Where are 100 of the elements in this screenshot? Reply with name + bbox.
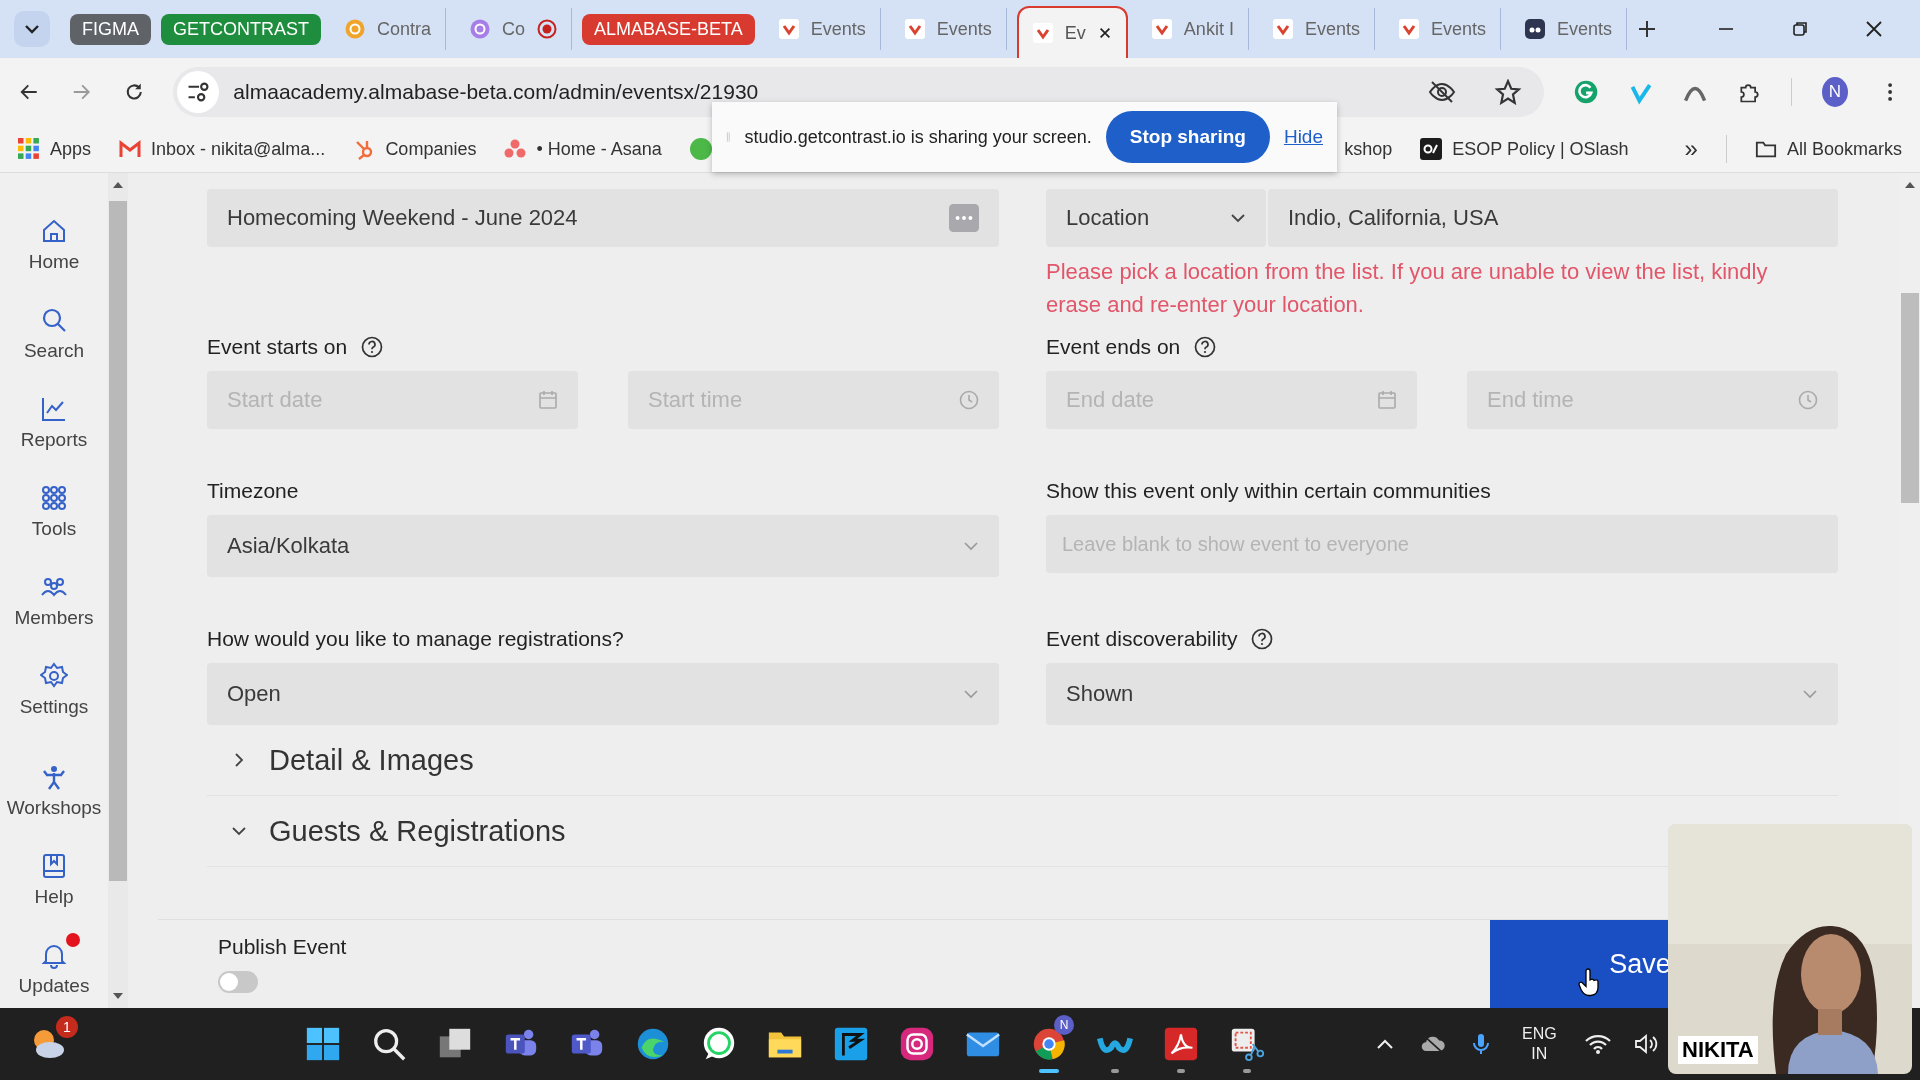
publish-toggle[interactable] [218,971,258,993]
help-icon[interactable] [361,336,384,358]
bookmark-link[interactable]: Inbox - nikita@alma... [151,138,326,160]
scrollbar-thumb[interactable] [109,201,127,881]
checkmark-icon [904,19,925,39]
checkmark-icon [778,19,799,39]
tab-group-label[interactable]: ALMABASE-BETA [582,13,755,45]
calendar-icon [538,390,558,410]
section-title[interactable]: Guests & Registrations [269,814,566,848]
checkmark-icon [1272,19,1293,39]
hide-link[interactable]: Hide [1283,126,1323,148]
browser-tab[interactable]: Ankit I [1137,8,1249,50]
book-icon[interactable] [40,852,68,880]
location-type-select[interactable]: Location [1046,189,1266,247]
location-field[interactable]: Indio, California, USA [1268,189,1838,247]
browser-tab[interactable]: Events [1510,8,1627,50]
grid-icon[interactable] [40,484,68,512]
sidebar-item[interactable]: Updates [18,975,90,997]
scrollbar-thumb[interactable] [1901,293,1919,503]
checkmark-icon [1032,23,1053,43]
chevron-down-icon [963,541,979,551]
sidebar-item[interactable]: Tools [31,518,77,540]
help-icon[interactable] [1194,336,1217,358]
settings-icon[interactable] [40,662,68,690]
select-field[interactable]: Shown [1046,663,1838,725]
chevron-down-icon [1802,689,1818,699]
new-tab-icon[interactable] [1637,19,1657,39]
sidebar-item[interactable]: Settings [19,696,89,718]
error-message: Please pick a location from the list. If you are unable to view the list, kindly erase and re-enter your location. [1046,258,1769,319]
sidebar-item[interactable]: Workshops [6,797,102,819]
tab-group-label[interactable]: GETCONTRAST [161,13,321,45]
flag-icon [832,1025,870,1063]
all-bookmarks-link[interactable]: All Bookmarks [1786,138,1902,160]
section-title[interactable]: Detail & Images [269,743,474,777]
speaker-icon[interactable] [1632,1032,1659,1056]
camera-icon [898,1025,936,1063]
square-icon [1420,138,1443,160]
browser-tab[interactable]: Events [890,8,1007,50]
browser-tab[interactable]: Ev [1016,6,1128,58]
help-icon[interactable] [1251,628,1274,650]
notification-badge: 1 [56,1016,78,1038]
clock-icon [1798,390,1818,410]
close-icon[interactable] [1864,19,1884,39]
event-title-field[interactable]: Homecoming Weekend - June 2024 [207,189,999,247]
language-indicator[interactable]: ENG IN [1522,1024,1557,1064]
profile-avatar[interactable]: N [1821,77,1848,107]
three-dots-icon [504,138,527,160]
g-circle-icon[interactable] [1574,78,1599,106]
bookmark-link[interactable]: Apps [50,138,92,160]
scroll-up-icon[interactable] [1905,181,1915,189]
sidebar-item[interactable]: Search [23,340,85,362]
bookmark-link[interactable]: • Home - Asana [536,138,662,160]
bookmark-link[interactable]: kshop [1344,138,1393,160]
restore-icon[interactable] [1790,19,1810,39]
field-label: Show this event only within certain communities [1046,479,1491,503]
document-icon [1162,1025,1200,1063]
calendar-icon [1377,390,1397,410]
publish-label: Publish Event [218,935,348,959]
star-icon[interactable] [1494,79,1523,105]
search-icon[interactable] [40,306,68,334]
field-label: Event starts on [207,335,348,359]
circle-icon[interactable] [689,138,712,160]
sidebar-item[interactable]: Help [34,886,74,908]
more-bookmarks-button[interactable]: » [1684,135,1698,163]
browser-tab[interactable]: Co [456,8,573,50]
hand-cursor-icon [1578,968,1602,998]
scroll-down-icon[interactable] [113,992,123,1000]
sidebar-item[interactable]: Members [14,607,94,629]
chevron-down-icon [1230,213,1246,223]
select-field[interactable]: Open [207,663,999,725]
bookmark-link[interactable]: Companies [385,138,477,160]
line-chart-icon[interactable] [40,395,68,423]
dropdown-icon[interactable] [14,11,50,47]
windows-icon [304,1025,342,1063]
clock-icon [959,390,979,410]
tab-group-label[interactable]: FIGMA [70,13,151,45]
browser-tab[interactable]: Events [1384,8,1501,50]
checkmark-icon [1398,19,1419,39]
browser-tab[interactable]: Events [1258,8,1375,50]
sidebar-item[interactable]: Home [28,251,80,273]
eye-slash-icon[interactable] [1428,79,1457,105]
square-icon [1524,19,1545,39]
envelope-icon [119,138,142,160]
scroll-up-icon[interactable] [113,181,123,189]
taskbar-app[interactable]: N [1024,1013,1074,1075]
home-icon[interactable] [40,217,68,245]
sidebar-item[interactable]: Reports [20,429,88,451]
wifi-icon[interactable] [1584,1032,1611,1056]
field-label: How would you like to manage registrations? [207,627,624,651]
stop-sharing-button[interactable]: Stop sharing [1105,111,1270,163]
browser-tab[interactable]: Events [764,8,881,50]
grid-icon [18,138,40,160]
site-settings-icon[interactable] [177,71,220,113]
close-icon[interactable] [1097,26,1112,40]
browser-tab[interactable]: Contra [331,8,447,50]
presenter-icon[interactable] [40,763,68,791]
bookmark-link[interactable]: ESOP Policy | OSlash [1452,138,1629,160]
field-label: Event discoverability [1046,627,1238,651]
chevron-down-icon [963,689,979,699]
select-field[interactable]: Asia/Kolkata [207,515,999,577]
